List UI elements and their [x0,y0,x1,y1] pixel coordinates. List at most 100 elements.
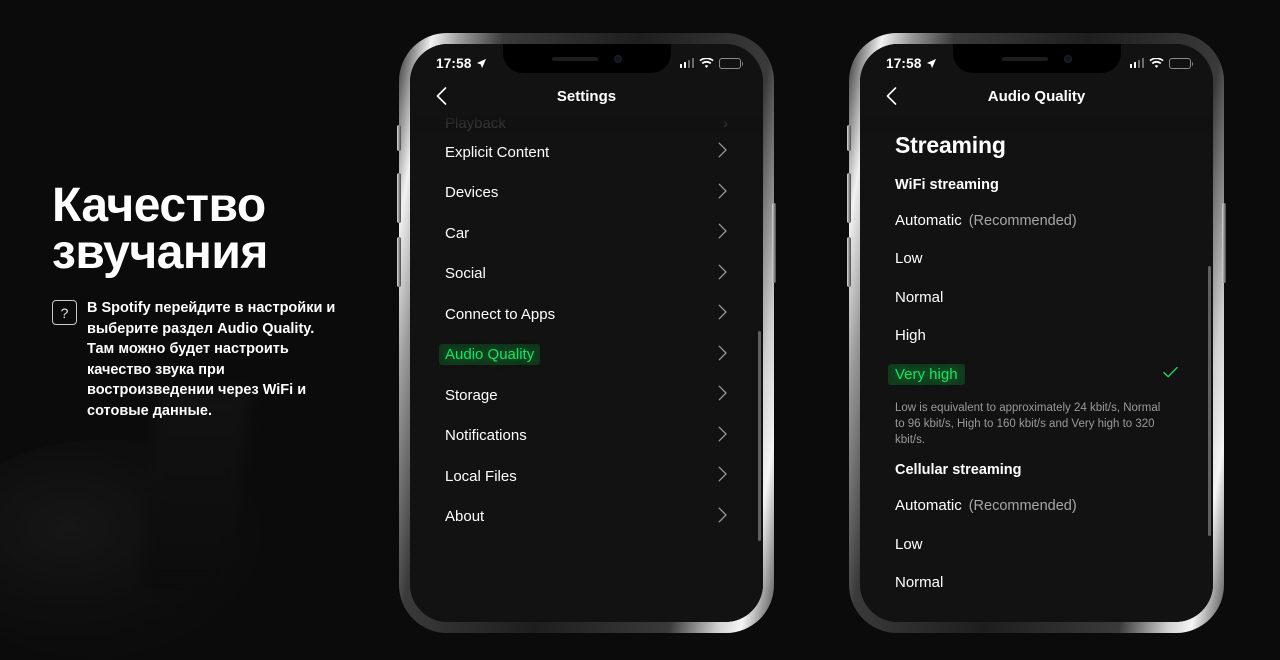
quality-option-label: High [895,327,926,345]
audio-quality-navbar: Audio Quality [860,76,1213,116]
chevron-right-icon [718,507,728,527]
chevron-right-icon [718,345,727,361]
quality-option-label: Low [895,250,923,268]
quality-option-normal[interactable]: Normal [860,563,1213,602]
volume-up-button[interactable] [847,173,851,223]
volume-down-button[interactable] [847,237,851,287]
checkmark-icon [1163,366,1178,383]
quality-option-label: Automatic [895,497,962,515]
settings-list[interactable]: Playback › Explicit Content Devices Car Soc… [410,116,763,622]
phone-mockup-audio-quality: 17:58 Audio Quality Streaming WiFi strea… [847,33,1226,633]
settings-row-local-files[interactable]: Local Files [410,456,763,497]
wifi-icon [1149,57,1164,68]
quality-option-text: Very high [888,363,965,385]
settings-row-storage[interactable]: Storage [410,375,763,416]
quality-option-label: Very high [888,363,965,385]
quality-option-low[interactable]: Low [860,525,1213,564]
quality-option-label: Normal [895,574,944,592]
settings-row-label: Car [445,224,470,242]
quality-option-label: Automatic [895,211,962,229]
volume-down-button[interactable] [397,237,401,287]
wifi-icon [699,57,714,68]
settings-row-about[interactable]: About [410,497,763,538]
mute-switch[interactable] [847,125,851,151]
settings-row-label: Social [445,265,486,283]
front-camera-icon [613,54,622,63]
quality-option-label: Normal [895,288,944,306]
status-time-group: 17:58 [886,56,937,71]
section-heading-streaming: Streaming [895,132,1006,158]
back-button[interactable] [878,83,904,109]
power-button[interactable] [1222,203,1226,283]
chevron-left-icon [436,87,446,105]
settings-row-notifications[interactable]: Notifications [410,416,763,457]
quality-option-text: Automatic (Recommended) [895,212,1077,229]
phone-screen-bezel: 17:58 Settings Playback › Explicit Conte… [410,44,763,622]
chevron-right-icon [718,183,727,199]
front-camera-icon [1063,54,1072,63]
settings-row-label: Local Files [445,467,517,485]
subsection-cellular-streaming: Cellular streaming [895,462,1022,479]
location-arrow-icon [926,58,936,68]
chevron-right-icon [718,142,727,158]
quality-option-text: Automatic (Recommended) [895,497,1077,514]
chevron-right-icon [718,264,727,280]
power-button[interactable] [772,203,776,283]
audio-quality-screen: 17:58 Audio Quality Streaming WiFi strea… [860,44,1213,622]
earpiece-speaker [551,56,598,61]
volume-up-button[interactable] [397,173,401,223]
chevron-right-icon [718,183,728,203]
settings-row-car[interactable]: Car [410,213,763,254]
quality-option-high[interactable]: High [860,317,1213,356]
chevron-right-icon [718,345,728,365]
settings-row-explicit-content[interactable]: Explicit Content [410,132,763,173]
settings-row-label: Explicit Content [445,143,550,161]
mute-switch[interactable] [397,125,401,151]
navbar-title: Audio Quality [987,87,1086,105]
audio-quality-content[interactable]: Streaming WiFi streaming Automatic (Recom… [860,116,1213,622]
settings-row-social[interactable]: Social [410,254,763,295]
chevron-right-icon [718,426,728,446]
list-item-cutoff[interactable]: Playback › [410,116,763,132]
chevron-right-icon: › [723,116,728,132]
status-indicators [1129,57,1193,69]
caption-block: Качество звучания ? В Spotify перейдите … [52,179,362,422]
quality-option-low[interactable]: Low [860,240,1213,279]
settings-rows-container: Explicit Content Devices Car Social Connect … [410,132,763,537]
earpiece-speaker [1001,56,1048,61]
settings-row-label: Storage [445,386,498,404]
quality-option-normal[interactable]: Normal [860,278,1213,317]
bitrate-footnote: Low is equivalent to approximately 24 kb… [895,401,1161,447]
quality-option-automatic[interactable]: Automatic (Recommended) [860,201,1213,240]
settings-row-label: About [445,508,485,526]
scrollbar[interactable] [758,331,761,541]
phone-mockup-settings: 17:58 Settings Playback › Explicit Conte… [397,33,776,633]
caption-description: В Spotify перейдите в настройки и выбери… [87,300,336,419]
quality-option-text: High [895,327,926,344]
settings-row-connect-to-apps[interactable]: Connect to Apps [410,294,763,335]
chevron-right-icon [718,142,728,162]
quality-option-automatic[interactable]: Automatic (Recommended) [860,486,1213,525]
settings-row-label: Notifications [445,427,527,445]
chevron-right-icon [718,466,727,482]
settings-row-devices[interactable]: Devices [410,173,763,214]
cellular-bars-icon [679,58,694,68]
settings-row-label: Devices [445,184,499,202]
settings-row-label: Connect to Apps [445,305,556,323]
chevron-left-icon [886,87,896,105]
status-clock: 17:58 [436,55,472,71]
status-clock: 17:58 [886,55,922,71]
page-title: Качество звучания [52,179,268,280]
back-button[interactable] [428,83,454,109]
scrollbar[interactable] [1208,266,1211,536]
chevron-right-icon [718,385,728,405]
list-item-label: Playback [445,116,506,132]
quality-option-label: Low [895,535,923,553]
quality-option-very-high[interactable]: Very high [860,355,1213,394]
quality-option-note: (Recommended) [968,212,1077,229]
chevron-right-icon [718,426,727,442]
question-mark-icon: ? [52,300,77,326]
location-arrow-icon [476,58,486,68]
battery-icon [719,57,743,69]
settings-row-audio-quality[interactable]: Audio Quality [410,335,763,376]
